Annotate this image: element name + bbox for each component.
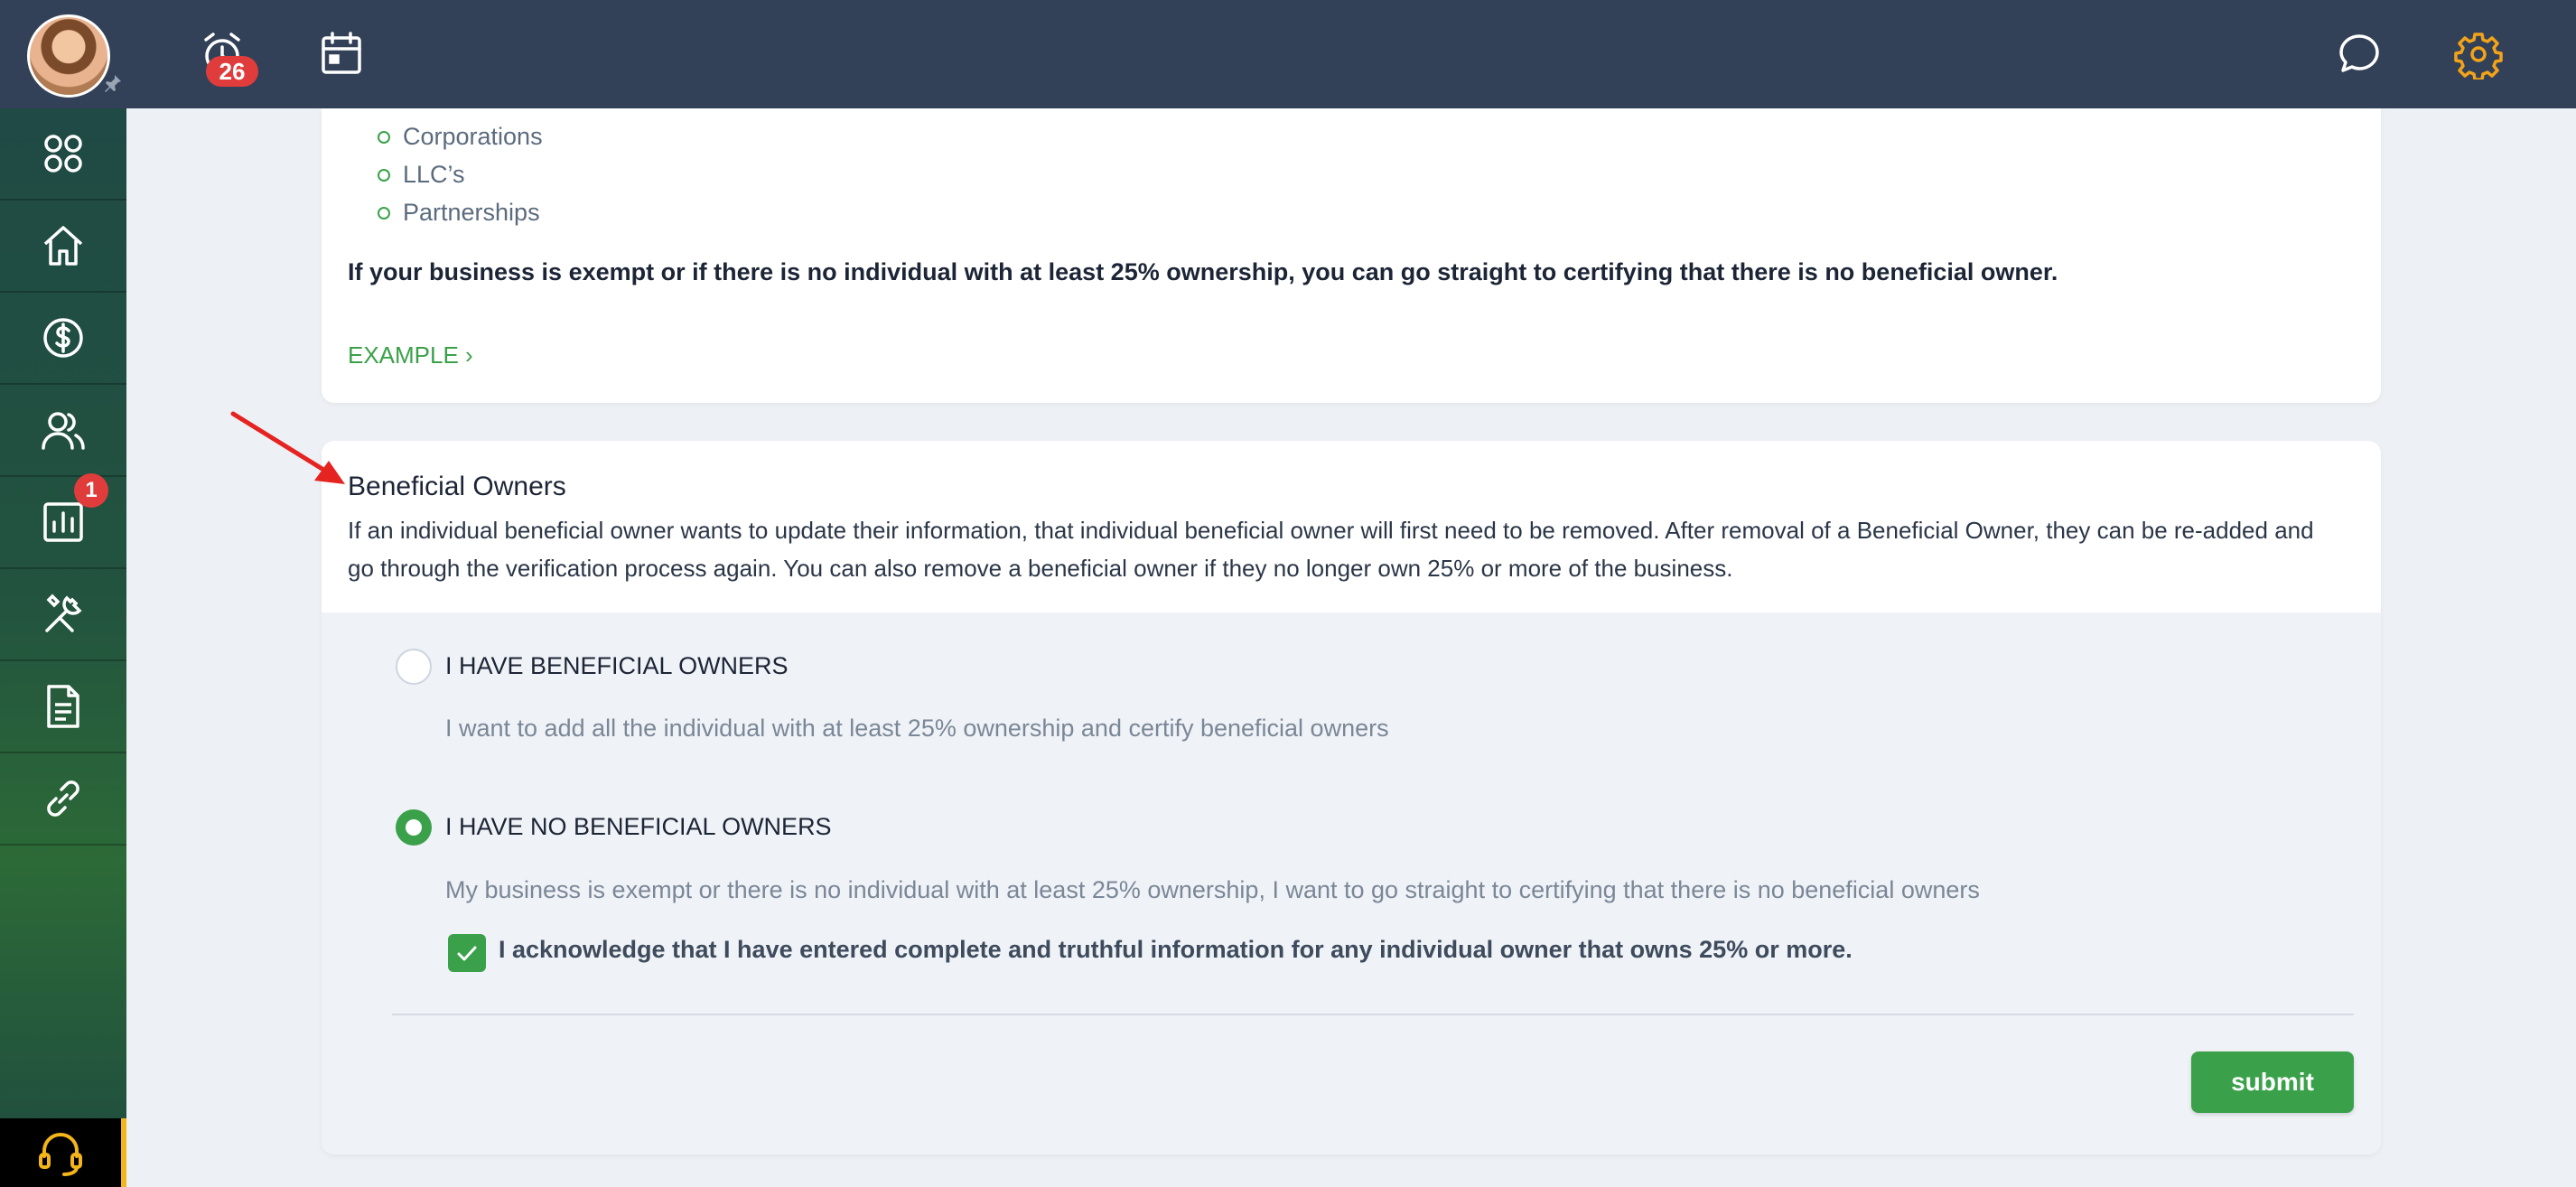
check-icon [457,946,477,961]
acknowledge-checkbox[interactable] [448,934,486,972]
list-item: Corporations [378,117,543,155]
option-label: I HAVE NO BENEFICIAL OWNERS [445,813,832,840]
divider [392,1014,2354,1015]
option-description: I want to add all the individual with at… [445,715,1389,742]
radio-have-beneficial-owners[interactable] [396,649,432,685]
top-bar: 26 [0,0,2576,108]
sidebar-item-documents[interactable] [0,661,126,753]
exempt-entity-list: Corporations LLC’s Partnerships [378,117,543,231]
sidebar-item-users[interactable] [0,385,126,477]
option-description: My business is exempt or there is no ind… [445,876,1980,903]
sidebar-item-links[interactable] [0,753,126,846]
sidebar-item-dashboard[interactable] [0,108,126,201]
sidebar-item-tools[interactable] [0,569,126,661]
alarm-badge: 26 [206,56,258,87]
submit-button[interactable]: submit [2191,1051,2354,1113]
dashboard-icon [44,135,82,173]
sidebar-item-home[interactable] [0,201,126,293]
exempt-info-card [322,108,2381,403]
calendar-icon[interactable] [316,29,367,79]
pin-icon [101,72,125,96]
sidebar-item-payments[interactable] [0,293,126,385]
radio-no-beneficial-owners[interactable] [396,809,432,846]
list-item: Partnerships [378,193,543,231]
example-link[interactable]: EXAMPLE › [348,341,473,369]
document-icon [47,685,79,728]
red-arrow-annotation [230,411,345,484]
link-icon [47,780,79,817]
home-icon [43,226,83,266]
tools-badge: 1 [74,473,108,508]
exempt-notice: If your business is exempt or if there i… [348,258,2058,285]
tools-icon [45,594,82,632]
acknowledge-label: I acknowledge that I have entered comple… [499,936,1853,963]
users-icon [42,412,85,450]
section-title: Beneficial Owners [348,472,566,501]
headset-icon [39,1133,82,1176]
list-item: LLC’s [378,155,543,193]
option-label: I HAVE BENEFICIAL OWNERS [445,652,789,679]
dollar-icon [43,318,83,358]
avatar[interactable] [27,14,110,98]
support-button[interactable] [0,1118,126,1187]
section-description: If an individual beneficial owner wants … [348,517,2314,582]
chat-icon[interactable] [2334,29,2385,79]
gear-icon[interactable] [2453,29,2504,81]
reports-icon [43,502,83,542]
